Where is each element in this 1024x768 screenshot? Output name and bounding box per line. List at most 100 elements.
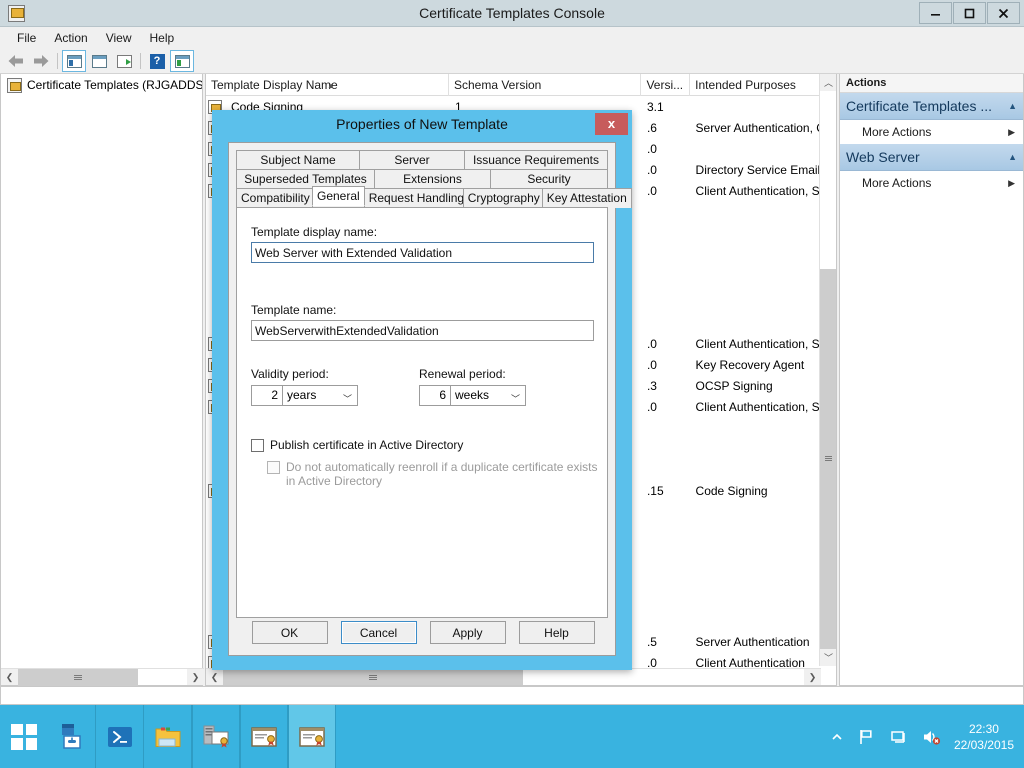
scroll-thumb[interactable]: [820, 269, 836, 649]
toolbar: ?: [0, 49, 1024, 74]
tab-key-attestation[interactable]: Key Attestation: [541, 188, 632, 208]
tab-row-3: Compatibility General Request Handling C…: [236, 186, 632, 208]
tree-scroll-left-button[interactable]: ❮: [1, 669, 18, 686]
publish-certificate-label: Publish certificate in Active Directory: [270, 438, 464, 452]
list-vertical-scrollbar[interactable]: ︿ ﹀: [819, 74, 836, 666]
tree-item-certificate-templates[interactable]: Certificate Templates (RJGADDS: [1, 74, 202, 96]
tree-item-label: Certificate Templates (RJGADDS: [27, 78, 202, 92]
cell-version: .0: [646, 357, 657, 372]
validity-period-unit-select[interactable]: years ﹀: [282, 385, 358, 406]
taskbar-powershell[interactable]: [96, 705, 144, 768]
dialog-body: Subject Name Server Issuance Requirement…: [228, 142, 632, 656]
console-tree-pane: Certificate Templates (RJGADDS ❮ ❯: [0, 74, 204, 686]
tab-general[interactable]: General: [312, 186, 365, 206]
scroll-track-horizontal[interactable]: [223, 669, 804, 685]
tab-request-handling[interactable]: Request Handling: [363, 188, 464, 208]
actions-group-web-server[interactable]: Web Server ▲: [840, 144, 1023, 171]
help-icon[interactable]: ?: [145, 50, 169, 72]
maximize-button[interactable]: [953, 2, 986, 24]
cell-purposes: Client Authentication, Server A: [695, 336, 836, 351]
actions-header: Actions: [840, 74, 1023, 93]
start-button[interactable]: [0, 705, 48, 768]
show-hide-action-pane-icon[interactable]: [170, 50, 194, 72]
tree-horizontal-scrollbar[interactable]: ❮ ❯: [1, 668, 204, 686]
cancel-button[interactable]: Cancel: [340, 621, 417, 644]
publish-certificate-checkbox[interactable]: [251, 439, 264, 452]
network-icon[interactable]: [889, 728, 907, 746]
renewal-period-value[interactable]: 6: [419, 385, 451, 406]
menu-file[interactable]: File: [8, 28, 45, 48]
tab-subject-name[interactable]: Subject Name: [236, 150, 360, 169]
validity-period-value[interactable]: 2: [251, 385, 283, 406]
chevron-down-icon: ﹀: [510, 394, 520, 404]
help-button[interactable]: Help: [518, 621, 595, 644]
tree-scroll-thumb[interactable]: [18, 669, 138, 686]
tree-scroll-right-button[interactable]: ❯: [187, 669, 204, 686]
menu-view[interactable]: View: [97, 28, 141, 48]
taskbar-file-explorer[interactable]: [144, 705, 192, 768]
export-list-icon[interactable]: [112, 50, 136, 72]
ok-button[interactable]: OK: [251, 621, 328, 644]
taskbar-buttons: [48, 705, 336, 768]
tab-server[interactable]: Server: [359, 150, 465, 169]
close-button[interactable]: [987, 2, 1020, 24]
template-name-label: Template name:: [251, 303, 337, 317]
cell-purposes: Client Authentication, Server A: [695, 183, 836, 198]
minimize-button[interactable]: [919, 2, 952, 24]
tab-extensions[interactable]: Extensions: [374, 169, 491, 188]
column-header-template-display-name[interactable]: Template Display Name ▲: [206, 74, 449, 96]
tab-issuance-requirements[interactable]: Issuance Requirements: [464, 150, 608, 169]
action-more-actions-web-server[interactable]: More Actions ▶: [840, 171, 1023, 195]
cell-purposes: Server Authentication, Client A: [695, 120, 836, 135]
chevron-up-icon[interactable]: ▲: [1008, 152, 1017, 162]
taskbar-certification-authority[interactable]: [192, 705, 240, 768]
renewal-period-unit-select[interactable]: weeks ﹀: [450, 385, 526, 406]
actions-group-certificate-templates[interactable]: Certificate Templates ... ▲: [840, 93, 1023, 120]
tree-scroll-track[interactable]: [18, 669, 187, 686]
scroll-left-button[interactable]: ❮: [206, 669, 223, 685]
column-header-intended-purposes[interactable]: Intended Purposes: [690, 74, 836, 96]
scroll-down-button[interactable]: ﹀: [820, 649, 836, 666]
template-display-name-input[interactable]: [251, 242, 594, 263]
cell-version: .3: [646, 378, 657, 393]
toolbar-separator-2: [137, 50, 144, 72]
menu-action[interactable]: Action: [45, 28, 96, 48]
taskbar-certificate-templates[interactable]: [240, 705, 288, 768]
scroll-track-upper[interactable]: [820, 91, 836, 269]
toolbar-separator: [54, 50, 61, 72]
certificate-templates-console-icon: [299, 726, 325, 747]
column-header-version[interactable]: Versi...: [641, 74, 691, 96]
action-more-actions-templates[interactable]: More Actions ▶: [840, 120, 1023, 144]
back-icon[interactable]: [4, 50, 28, 72]
scroll-right-button[interactable]: ❯: [804, 669, 821, 685]
flag-icon[interactable]: [857, 728, 875, 746]
tab-security[interactable]: Security: [490, 169, 608, 188]
dialog-close-button[interactable]: x: [595, 113, 628, 135]
show-hide-console-tree-icon[interactable]: [62, 50, 86, 72]
reenroll-checkbox: [267, 461, 280, 474]
properties-icon[interactable]: [87, 50, 111, 72]
template-name-input[interactable]: [251, 320, 594, 341]
clock[interactable]: 22:30 22/03/2015: [954, 721, 1014, 753]
scroll-up-button[interactable]: ︿: [820, 74, 836, 91]
scroll-thumb-horizontal[interactable]: [223, 669, 523, 685]
list-horizontal-scrollbar[interactable]: ❮ ❯: [206, 668, 821, 685]
volume-muted-icon[interactable]: [921, 728, 941, 746]
cell-purposes: Client Authentication, Server A: [695, 399, 836, 414]
column-header-schema-version[interactable]: Schema Version: [449, 74, 642, 96]
renewal-unit-value: weeks: [455, 388, 490, 402]
apply-button[interactable]: Apply: [429, 621, 506, 644]
tab-compatibility[interactable]: Compatibility: [236, 188, 313, 208]
menu-help[interactable]: Help: [141, 28, 184, 48]
windows-logo-icon: [11, 723, 37, 750]
chevron-up-icon[interactable]: ▲: [1008, 101, 1017, 111]
show-hidden-icons-button[interactable]: [831, 731, 843, 743]
tab-cryptography[interactable]: Cryptography: [462, 188, 543, 208]
tab-row-2: Superseded Templates Extensions Security: [236, 169, 608, 188]
forward-icon[interactable]: [29, 50, 53, 72]
chevron-right-icon: ▶: [1008, 177, 1015, 188]
publish-certificate-checkbox-row[interactable]: Publish certificate in Active Directory: [251, 438, 601, 452]
taskbar-server-manager[interactable]: [48, 705, 96, 768]
list-header: Template Display Name ▲ Schema Version V…: [206, 74, 836, 96]
taskbar-certificate-templates-console[interactable]: [288, 705, 336, 768]
